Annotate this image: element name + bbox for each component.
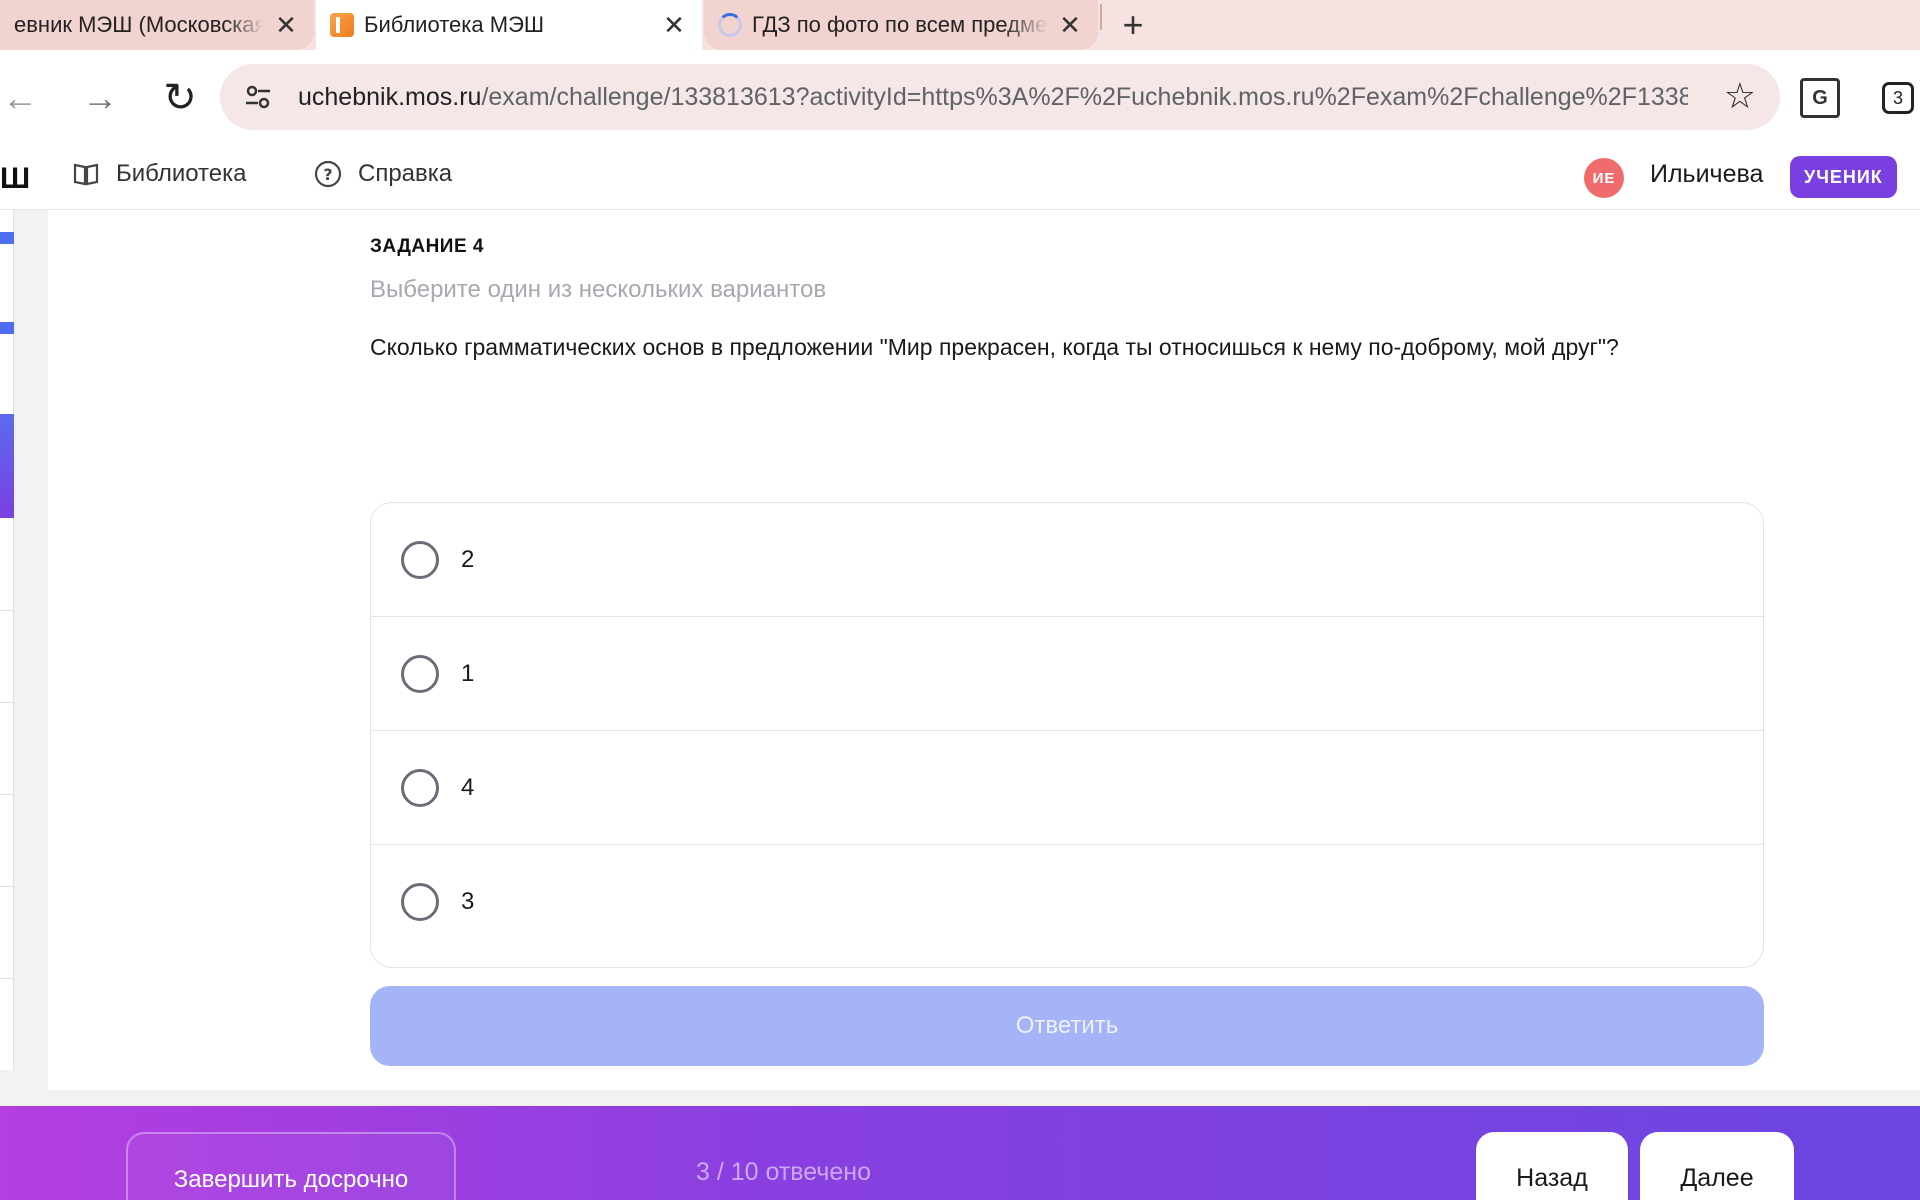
address-bar[interactable]: uchebnik.mos.ru/exam/challenge/133813613… bbox=[220, 64, 1780, 130]
browser-toolbar: ← → ↻ uchebnik.mos.ru/exam/challenge/133… bbox=[0, 50, 1920, 144]
new-tab-button[interactable]: + bbox=[1108, 0, 1158, 50]
answer-option[interactable]: 4 bbox=[371, 731, 1763, 845]
browser-tab-gdz[interactable]: ГДЗ по фото по всем предмет ✕ bbox=[704, 0, 1098, 50]
sidebar-divider bbox=[0, 702, 14, 703]
site-settings-icon[interactable] bbox=[244, 83, 272, 111]
progress-counter: 3 / 10 отвечено bbox=[696, 1158, 872, 1186]
nav-help[interactable]: ? Справка bbox=[314, 160, 452, 188]
tab-title: ГДЗ по фото по всем предмет bbox=[752, 12, 1048, 37]
radio-button[interactable] bbox=[401, 768, 439, 807]
sidebar-divider bbox=[0, 886, 14, 887]
nav-help-label: Справка bbox=[358, 160, 453, 187]
back-button[interactable]: Назад bbox=[1476, 1132, 1628, 1200]
sidebar-marker bbox=[0, 414, 14, 518]
back-arrow-icon[interactable]: ← bbox=[0, 70, 48, 126]
finish-early-button[interactable]: Завершить досрочно bbox=[126, 1132, 456, 1200]
answer-option[interactable]: 2 bbox=[371, 503, 1763, 617]
option-label: 1 bbox=[461, 659, 475, 687]
avatar[interactable]: ИЕ bbox=[1584, 158, 1624, 198]
role-badge: УЧЕНИК bbox=[1790, 156, 1897, 198]
svg-text:?: ? bbox=[323, 165, 332, 184]
sidebar-divider bbox=[0, 794, 14, 795]
next-button[interactable]: Далее bbox=[1640, 1132, 1794, 1200]
url-host: uchebnik.mos.ru bbox=[298, 82, 482, 111]
tab-separator bbox=[1100, 4, 1102, 30]
tab-title: Библиотека МЭШ bbox=[364, 12, 545, 37]
tab-title: евник МЭШ (Московская э bbox=[14, 12, 264, 37]
url-path: /exam/challenge/133813613?activityId=htt… bbox=[481, 82, 1688, 111]
google-translate-icon[interactable]: G bbox=[1800, 78, 1840, 118]
answer-option[interactable]: 3 bbox=[371, 845, 1763, 959]
option-label: 3 bbox=[461, 888, 475, 915]
browser-tab-strip: евник МЭШ (Московская э ✕ Библиотека МЭШ… bbox=[0, 0, 1920, 50]
reload-icon[interactable]: ↻ bbox=[152, 70, 208, 126]
option-label: 2 bbox=[461, 545, 475, 573]
test-footer-bar: Завершить досрочно 3 / 10 отвечено Назад… bbox=[0, 1106, 1920, 1200]
question-text: Сколько грамматических основ в предложен… bbox=[370, 334, 1619, 360]
close-icon[interactable]: ✕ bbox=[272, 10, 300, 40]
app-logo[interactable]: Ш bbox=[0, 162, 30, 196]
answer-option[interactable]: 1 bbox=[371, 617, 1763, 731]
radio-button[interactable] bbox=[401, 883, 439, 921]
library-favicon-icon bbox=[330, 13, 354, 37]
url-text: uchebnik.mos.ru/exam/challenge/133813613… bbox=[298, 83, 1688, 112]
loading-spinner-icon bbox=[718, 13, 742, 37]
app-header: Ш Библиотека ? Справка ИЕ Ильичева УЧЕНИ… bbox=[0, 144, 1920, 210]
nav-library[interactable]: Библиотека bbox=[72, 160, 247, 188]
answer-button[interactable]: Ответить bbox=[370, 986, 1764, 1066]
nav-library-label: Библиотека bbox=[116, 160, 247, 187]
browser-tab-dnevnik[interactable]: евник МЭШ (Московская э ✕ bbox=[0, 0, 314, 50]
sidebar-divider bbox=[0, 978, 14, 979]
bookmark-star-icon[interactable]: ☆ bbox=[1724, 78, 1756, 114]
extension-badge[interactable]: 3 bbox=[1882, 82, 1914, 114]
task-hint: Выберите один из нескольких вариантов bbox=[370, 276, 827, 303]
option-label: 4 bbox=[461, 773, 475, 801]
answer-options: 2 1 4 3 bbox=[370, 502, 1764, 968]
task-number: ЗАДАНИЕ 4 bbox=[370, 236, 484, 257]
forward-arrow-icon[interactable]: → bbox=[72, 70, 128, 126]
user-name[interactable]: Ильичева bbox=[1650, 160, 1763, 189]
close-icon[interactable]: ✕ bbox=[1056, 10, 1084, 40]
left-sidebar-fragment bbox=[0, 210, 14, 1070]
sidebar-divider bbox=[0, 610, 14, 611]
sidebar-marker bbox=[0, 322, 14, 334]
radio-button[interactable] bbox=[401, 654, 439, 693]
help-circle-icon: ? bbox=[314, 160, 342, 188]
close-icon[interactable]: ✕ bbox=[660, 10, 688, 40]
sidebar-marker bbox=[0, 232, 14, 244]
task-card: ЗАДАНИЕ 4 Выберите один из нескольких ва… bbox=[48, 210, 1920, 1090]
radio-button[interactable] bbox=[401, 540, 439, 579]
book-icon bbox=[73, 163, 99, 186]
browser-tab-library[interactable]: Библиотека МЭШ ✕ bbox=[316, 0, 702, 50]
